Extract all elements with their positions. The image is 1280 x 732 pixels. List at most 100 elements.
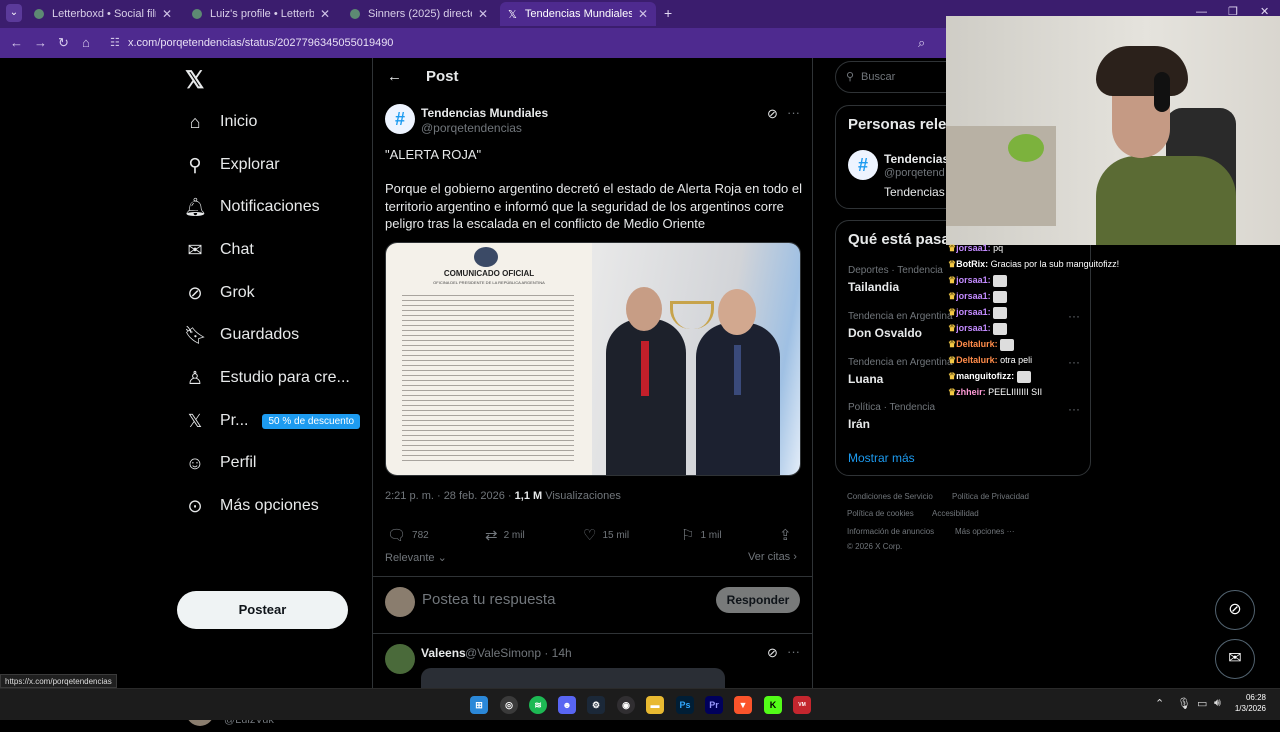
nav-item-estudio[interactable]: ♙ Estudio para cre... <box>184 360 350 396</box>
photoshop-icon[interactable]: Ps <box>676 696 694 714</box>
close-icon[interactable]: ✕ <box>638 7 648 21</box>
close-icon[interactable]: ✕ <box>478 7 488 21</box>
forward-arrow-icon[interactable]: → <box>34 35 47 50</box>
author-handle[interactable]: @porqetendencias <box>421 121 522 135</box>
post-button[interactable]: Postear <box>177 591 348 629</box>
back-arrow-icon[interactable]: ← <box>387 68 402 85</box>
post-header: ← Post <box>373 58 813 98</box>
messages-float-button[interactable]: ✉ <box>1215 639 1255 679</box>
like-button[interactable]: ♡ 15 mil <box>583 526 629 544</box>
url-field[interactable]: ☷ x.com/porqetendencias/status/202779634… <box>104 32 944 54</box>
nav-item-explorar[interactable]: ⚲ Explorar <box>184 147 279 183</box>
folder-icon[interactable]: ▬ <box>646 696 664 714</box>
zoom-icon[interactable]: ⌕ <box>918 35 925 51</box>
tab-list-chevron-icon[interactable]: ⌄ <box>6 4 22 22</box>
webcam-headset <box>1154 72 1170 112</box>
reply-item[interactable]: Valeens @ValeSimonp · 14h ⊘ ··· <box>385 642 805 688</box>
system-clock[interactable]: 06:28 1/3/2026 <box>1226 692 1266 714</box>
kick-icon[interactable]: K <box>764 696 782 714</box>
footer-terms[interactable]: Condiciones de Servicio <box>847 492 933 501</box>
quotes-link[interactable]: Ver citas › <box>748 551 797 563</box>
author-avatar[interactable]: # <box>385 104 415 134</box>
discord-icon[interactable]: ☻ <box>558 696 576 714</box>
tab-x-post[interactable]: 𝕏 Tendencias Mundiales en X: ""A ✕ <box>500 2 656 26</box>
steam-icon[interactable]: ⚙ <box>587 696 605 714</box>
trend-item[interactable]: Tendencia en Argentina Luana <box>848 357 953 386</box>
new-tab-icon[interactable]: + <box>664 5 672 21</box>
bookmark-button[interactable]: ⚐ 1 mil <box>681 526 722 544</box>
show-more-link[interactable]: Mostrar más <box>848 451 915 465</box>
spotify-icon[interactable]: ≋ <box>529 696 547 714</box>
sort-dropdown[interactable]: Relevante ⌄ <box>385 551 447 564</box>
volume-icon[interactable]: 🔊︎ <box>1214 697 1221 710</box>
home-icon[interactable]: ⌂ <box>82 35 90 50</box>
tab-letterboxd-profile[interactable]: Luiz's profile • Letterboxd ✕ <box>184 2 338 26</box>
brave-icon[interactable]: ▼ <box>734 696 752 714</box>
footer-more-options[interactable]: Más opciones ··· <box>955 527 1015 536</box>
reply-author-name[interactable]: Valeens <box>421 646 466 660</box>
grok-icon[interactable]: ⊘ <box>767 645 778 661</box>
photo-image[interactable] <box>592 243 800 475</box>
chevron-down-icon: ⌄ <box>434 552 447 564</box>
reply-button[interactable]: 🗨︎ 782 <box>387 526 429 544</box>
premiere-icon[interactable]: Pr <box>705 696 723 714</box>
chat-message: ♛jorsaa1: pq <box>948 240 1108 256</box>
close-icon[interactable]: ✕ <box>320 7 330 21</box>
author-name[interactable]: Tendencias Mundiales <box>421 106 548 120</box>
x-sidebar: 𝕏 ⌂ Inicio ⚲ Explorar 🔔︎ Notificaciones … <box>0 58 373 726</box>
reply-avatar[interactable] <box>385 644 415 674</box>
letterboxd-favicon-icon <box>350 9 360 19</box>
share-button[interactable]: ⇪ <box>779 526 798 544</box>
letterboxd-favicon-icon <box>192 9 202 19</box>
nav-item-chat[interactable]: ✉ Chat <box>184 232 253 268</box>
windows-start-icon[interactable]: ⊞ <box>470 696 488 714</box>
reply-submit-button[interactable]: Responder <box>716 587 800 613</box>
post-author[interactable]: # Tendencias Mundiales @porqetendencias … <box>385 104 805 138</box>
relevant-name[interactable]: Tendencias <box>884 152 949 166</box>
voicemeeter-icon[interactable]: VM <box>793 696 811 714</box>
more-dots-icon[interactable]: ··· <box>1068 402 1080 416</box>
tab-letterboxd-home[interactable]: Letterboxd • Social film discove ✕ <box>26 2 180 26</box>
nav-item-guardados[interactable]: 🔖︎ Guardados <box>184 317 299 353</box>
chat-username: jorsaa1: <box>956 323 991 333</box>
trend-item[interactable]: Tendencia en Argentina Don Osvaldo <box>848 311 953 340</box>
page-title: Post <box>426 68 459 85</box>
footer-ads-info[interactable]: Información de anuncios <box>847 527 934 536</box>
reply-media-preview[interactable] <box>421 668 725 688</box>
chrome-icon[interactable]: ◎ <box>500 696 518 714</box>
nav-item-notificaciones[interactable]: 🔔︎ Notificaciones <box>184 189 320 225</box>
post-timestamp[interactable]: 2:21 p. m. · 28 feb. 2026 · <box>385 490 515 502</box>
nav-item-mas-opciones[interactable]: ⊙ Más opciones <box>184 488 318 524</box>
more-dots-icon[interactable]: ··· <box>787 105 800 120</box>
reply-author-handle[interactable]: @ValeSimonp · 14h <box>465 646 572 660</box>
obs-icon[interactable]: ◉ <box>617 696 635 714</box>
trend-item[interactable]: Política · Tendencia Irán <box>848 402 935 431</box>
display-icon[interactable]: ▭ <box>1197 697 1207 710</box>
nav-item-perfil[interactable]: ☺ Perfil <box>184 445 257 481</box>
nav-item-inicio[interactable]: ⌂ Inicio <box>184 104 258 140</box>
reply-input[interactable]: Postea tu respuesta <box>422 591 555 608</box>
relevant-avatar[interactable]: # <box>848 150 878 180</box>
chat-username: Deltalurk: <box>956 355 998 365</box>
grok-icon[interactable]: ⊘ <box>767 106 778 122</box>
tab-sinners[interactable]: Sinners (2025) directed by Ryan ✕ <box>342 2 496 26</box>
footer-cookies[interactable]: Política de cookies <box>847 509 914 518</box>
nav-item-premium[interactable]: 𝕏 Pr... 50 % de descuento <box>184 403 361 439</box>
reload-icon[interactable]: ↻ <box>58 35 69 51</box>
post-media[interactable]: COMUNICADO OFICIAL OFICINA DEL PRESIDENT… <box>385 242 801 476</box>
site-info-icon[interactable]: ☷ <box>110 32 120 54</box>
letterboxd-favicon-icon <box>34 9 44 19</box>
grok-float-button[interactable]: ⊘ <box>1215 590 1255 630</box>
more-dots-icon[interactable]: ··· <box>787 644 800 659</box>
official-document-image[interactable]: COMUNICADO OFICIAL OFICINA DEL PRESIDENT… <box>386 243 592 475</box>
close-icon[interactable]: ✕ <box>162 7 172 21</box>
back-arrow-icon[interactable]: ← <box>10 35 23 50</box>
footer-privacy[interactable]: Política de Privacidad <box>952 492 1029 501</box>
tray-chevron-up-icon[interactable]: ⌃ <box>1155 697 1164 710</box>
trend-item[interactable]: Deportes · Tendencia Tailandia <box>848 265 943 294</box>
nav-item-grok[interactable]: ⊘ Grok <box>184 275 254 311</box>
footer-accessibility[interactable]: Accesibilidad <box>932 509 979 518</box>
x-logo-icon[interactable]: 𝕏 <box>185 66 204 95</box>
repost-button[interactable]: ⇄ 2 mil <box>485 526 525 544</box>
microphone-icon[interactable]: 🎙︎ <box>1177 697 1191 710</box>
